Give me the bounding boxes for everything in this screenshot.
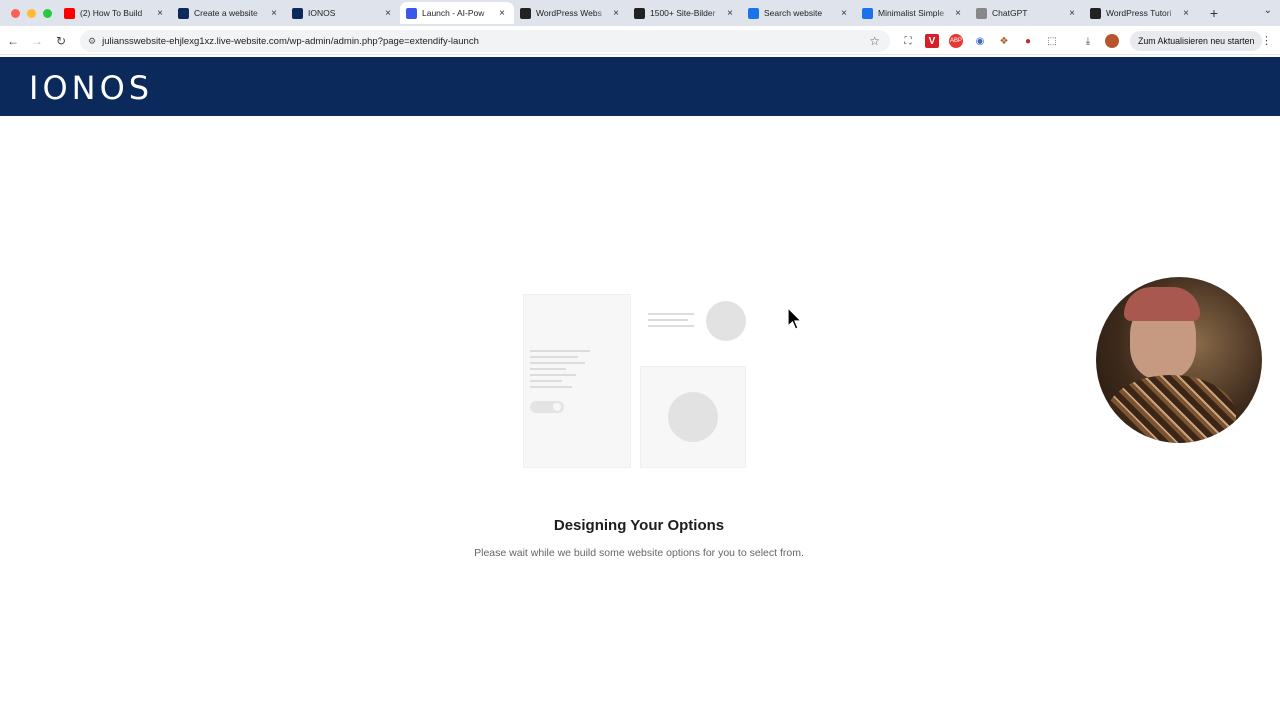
tab-title: IONOS [308,8,336,18]
tab-title: WordPress Tutori [1106,8,1172,18]
tab-title: (2) How To Build [80,8,143,18]
illustration-line [648,319,688,321]
ionos-logo[interactable]: IONOS [29,69,153,107]
browser-tab[interactable]: ChatGPT × [970,2,1084,24]
browser-menu-icon[interactable]: ⋮ [1261,34,1272,47]
ionos-header: IONOS [0,57,1280,116]
url-text: juliansswebsite-ehjlexg1xz.live-website.… [102,35,479,47]
browser-tab[interactable]: IONOS × [286,2,400,24]
ionos-icon [178,7,189,19]
tab-title: Launch - AI-Pow [422,8,485,18]
adblock-extension-icon[interactable]: ABP [949,34,963,48]
presenter-shirt [1106,375,1236,443]
notion-icon [520,7,531,19]
back-arrow-icon[interactable]: ← [1,34,25,48]
page-subtitle: Please wait while we build some website … [474,547,804,559]
illustration-line [648,313,694,315]
close-window-button[interactable] [11,8,20,18]
extension-pin-icon[interactable]: ● [1021,34,1035,48]
browser-tab[interactable]: WordPress Tutori × [1084,2,1198,24]
tab-search-chevron-icon[interactable]: ⌄ [1264,5,1272,16]
tab-title: Search website [764,8,823,18]
wordpress-icon [406,7,417,19]
webcam-overlay [1096,277,1262,443]
screenshot-icon[interactable]: ⛶ [901,34,915,48]
vivaldi-extension-icon[interactable]: V [925,34,939,48]
notion-icon [1090,7,1101,19]
browser-tab[interactable]: 1500+ Site-Bilder × [628,2,742,24]
loading-illustration [520,290,750,470]
building-icon [634,7,645,19]
illustration-line [530,356,578,358]
chatgpt-icon [976,7,987,19]
profile-avatar-icon[interactable] [1105,34,1119,48]
browser-tab[interactable]: (2) How To Build × [58,2,172,24]
browser-tab[interactable]: Launch - AI-Pow × [400,2,514,24]
address-bar[interactable]: ⚙ juliansswebsite-ehjlexg1xz.live-websit… [80,30,890,52]
browser-tab-strip: (2) How To Build × Create a website × IONOS ×… [0,0,1280,26]
mouse-cursor-icon [787,307,803,330]
close-tab-icon[interactable]: × [496,8,508,19]
close-tab-icon[interactable]: × [838,8,850,19]
bookmark-star-icon[interactable]: ☆ [869,34,880,48]
close-tab-icon[interactable]: × [724,8,736,19]
close-tab-icon[interactable]: × [1066,8,1078,19]
illustration-line [530,368,566,370]
new-tab-button[interactable]: + [1204,5,1224,21]
window-controls [0,8,58,18]
illustration-circle [668,392,718,442]
browser-tab[interactable]: WordPress Webs × [514,2,628,24]
tab-list: (2) How To Build × Create a website × IONOS ×… [58,0,1198,26]
tab-title: Minimalist Simple [878,8,945,18]
tab-title: Create a website [194,8,258,18]
reload-icon[interactable]: ↻ [49,34,73,48]
ionos-icon [292,7,303,19]
tab-title: ChatGPT [992,8,1028,18]
browser-tab[interactable]: Minimalist Simple × [856,2,970,24]
illustration-line [530,374,576,376]
close-tab-icon[interactable]: × [382,8,394,19]
forward-arrow-icon[interactable]: → [25,34,49,48]
presenter-cap [1124,287,1200,321]
close-tab-icon[interactable]: × [952,8,964,19]
close-tab-icon[interactable]: × [154,8,166,19]
illustration-line [530,386,572,388]
tab-title: 1500+ Site-Bilder [650,8,716,18]
download-icon[interactable]: ⤓ [1081,34,1095,48]
close-tab-icon[interactable]: × [610,8,622,19]
extensions-puzzle-icon[interactable]: ⬚ [1045,34,1059,48]
illustration-line [530,362,585,364]
search-c-icon [862,7,873,19]
illustration-line [648,325,694,327]
zoom-window-button[interactable] [43,8,52,18]
site-settings-icon[interactable]: ⚙ [88,36,96,47]
illustration-line [530,380,562,382]
youtube-icon [64,7,75,19]
page-title: Designing Your Options [553,517,725,534]
update-restart-button[interactable]: Zum Aktualisieren neu starten [1130,31,1263,51]
browser-tab[interactable]: Search website × [742,2,856,24]
browser-tab[interactable]: Create a website × [172,2,286,24]
close-tab-icon[interactable]: × [268,8,280,19]
illustration-circle [706,301,746,341]
extension-shield-icon[interactable]: ◉ [973,34,987,48]
illustration-toggle [530,401,564,413]
search-c-icon [748,7,759,19]
close-tab-icon[interactable]: × [1180,8,1192,19]
tab-title: WordPress Webs [536,8,602,18]
extension-leaf-icon[interactable]: ❖ [997,34,1011,48]
minimize-window-button[interactable] [27,8,36,18]
illustration-line [530,350,590,352]
